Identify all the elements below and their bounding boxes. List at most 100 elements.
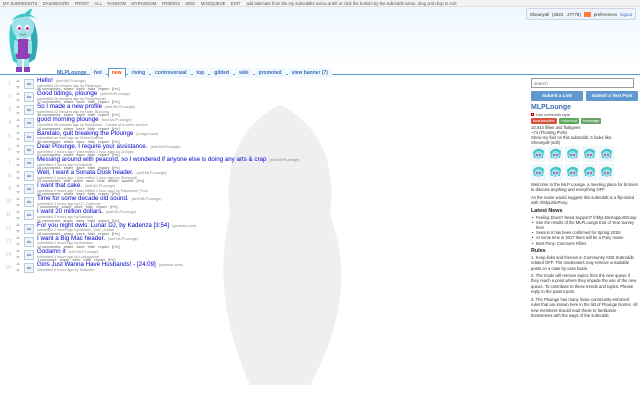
post-title-link[interactable]: Messing around with peacord, so I wonder…: [37, 156, 266, 163]
upvote-arrow-icon[interactable]: [15, 183, 20, 187]
flair-pony-icon[interactable]: [548, 146, 563, 162]
self-post-thumbnail-icon[interactable]: Aa: [24, 92, 34, 103]
news-item[interactable]: Best Pony: Comment Fillies: [531, 241, 638, 246]
downvote-arrow-icon[interactable]: [15, 164, 20, 168]
downvote-arrow-icon[interactable]: [15, 124, 20, 128]
upvote-arrow-icon[interactable]: [15, 117, 20, 121]
downvote-arrow-icon[interactable]: [15, 151, 20, 155]
tab-gilded[interactable]: gilded: [210, 68, 234, 78]
top-bar-link-modqueue[interactable]: MODQUEUE: [201, 1, 226, 6]
self-post-thumbnail-icon[interactable]: Aa: [24, 197, 34, 208]
upvote-arrow-icon[interactable]: [15, 157, 20, 161]
post-title-link[interactable]: Dear Plounge, I require your assistance.: [37, 143, 147, 150]
top-bar-link-myrandom[interactable]: MYRANDOM: [131, 1, 156, 6]
post-title-link[interactable]: Girls Just Wanna Have Husbands! - [24:09…: [37, 261, 156, 268]
upvote-arrow-icon[interactable]: [15, 170, 20, 174]
self-post-thumbnail-icon[interactable]: Aa: [24, 170, 34, 181]
post-domain[interactable]: (self.MLPLounge): [100, 92, 130, 96]
self-post-thumbnail-icon[interactable]: Aa: [24, 184, 34, 195]
post-domain[interactable]: (self.MLPLounge): [102, 118, 132, 122]
post-domain[interactable]: (self.MLPLounge): [132, 197, 162, 201]
preferences-link[interactable]: preferences: [594, 12, 617, 17]
downvote-arrow-icon[interactable]: [15, 111, 20, 115]
tab-new[interactable]: new: [107, 68, 126, 78]
self-post-thumbnail-icon[interactable]: Aa: [24, 79, 34, 89]
post-domain[interactable]: (self.MLPLounge): [69, 250, 99, 254]
news-item[interactable]: See the results of the MLPLounge End of …: [531, 220, 638, 230]
unsubscribe-button[interactable]: unsubscribe: [531, 118, 557, 124]
logout-link[interactable]: logout: [620, 12, 632, 17]
tab-wiki[interactable]: wiki: [235, 68, 253, 78]
post-domain[interactable]: (self.MLPLounge): [56, 79, 86, 83]
post-title-link[interactable]: Godamn it: [37, 248, 66, 255]
post-domain[interactable]: (self.MLPLounge): [106, 210, 136, 214]
upvote-arrow-icon[interactable]: [15, 223, 20, 227]
top-bar-link-dashboard[interactable]: DASHBOARD: [43, 1, 70, 6]
top-bar-link-friends[interactable]: FRIENDS: [162, 1, 180, 6]
tab-hot[interactable]: hot: [90, 68, 106, 78]
use-style-toggle[interactable]: Use subreddit style: [531, 112, 638, 117]
sonata-dusk-mascot[interactable]: [3, 9, 43, 73]
flair-pony-icon[interactable]: [582, 146, 597, 162]
post-domain[interactable]: (self.MLPLounge): [85, 184, 115, 188]
self-post-thumbnail-icon[interactable]: Aa: [24, 105, 34, 116]
downvote-arrow-icon[interactable]: [15, 269, 20, 273]
upvote-arrow-icon[interactable]: [15, 104, 20, 108]
flair-pony-icon[interactable]: [565, 164, 580, 180]
post-domain[interactable]: (self.MLPLounge): [150, 145, 180, 149]
post-domain[interactable]: (youtube.com): [159, 263, 183, 267]
downvote-arrow-icon[interactable]: [15, 243, 20, 247]
sidebar-subreddit-title[interactable]: MLPLounge: [531, 104, 638, 112]
post-domain[interactable]: (youtube.com): [172, 224, 196, 228]
downvote-arrow-icon[interactable]: [15, 190, 20, 194]
self-post-thumbnail-icon[interactable]: Aa: [24, 223, 34, 234]
subreddit-name[interactable]: MLPLounge: [57, 70, 87, 76]
top-bar-link-all[interactable]: ALL: [95, 1, 102, 6]
checkbox-icon[interactable]: [531, 113, 534, 117]
downvote-arrow-icon[interactable]: [15, 85, 20, 89]
self-post-thumbnail-icon[interactable]: Aa: [24, 262, 34, 273]
downvote-arrow-icon[interactable]: [15, 138, 20, 142]
upvote-arrow-icon[interactable]: [15, 78, 20, 82]
downvote-arrow-icon[interactable]: [15, 177, 20, 181]
submit-text-button[interactable]: Submit a Text Post: [586, 91, 638, 101]
top-bar-link-front[interactable]: FRONT: [75, 1, 89, 6]
flair-preview[interactable]: Sheanyall (edit): [531, 140, 638, 145]
downvote-arrow-icon[interactable]: [15, 98, 20, 102]
top-bar-link-random[interactable]: RANDOM: [107, 1, 126, 6]
self-post-thumbnail-icon[interactable]: Aa: [24, 118, 34, 129]
tab-view[interactable]: view banner (7): [287, 68, 332, 78]
self-post-thumbnail-icon[interactable]: Aa: [24, 144, 34, 155]
self-post-thumbnail-icon[interactable]: Aa: [24, 157, 34, 168]
top-bar-link-edit[interactable]: EDIT: [231, 1, 241, 6]
post-domain[interactable]: (self.MLPLounge): [105, 105, 135, 109]
upvote-arrow-icon[interactable]: [15, 91, 20, 95]
downvote-arrow-icon[interactable]: [15, 216, 20, 220]
upvote-arrow-icon[interactable]: [15, 144, 20, 148]
downvote-arrow-icon[interactable]: [15, 230, 20, 234]
downvote-arrow-icon[interactable]: [15, 203, 20, 207]
post-title-link[interactable]: Well, I want a Sonata Dusk header.: [37, 169, 134, 176]
submit-link-button[interactable]: Submit a Link: [531, 91, 583, 101]
tab-promoted[interactable]: promoted: [254, 68, 286, 78]
post-domain[interactable]: (self.MLPLounge): [137, 171, 167, 175]
upvote-arrow-icon[interactable]: [15, 131, 20, 135]
post-title-link[interactable]: Hello!: [37, 77, 53, 84]
top-bar-link-my subreddits[interactable]: MY SUBREDDITS: [3, 1, 37, 6]
upvote-arrow-icon[interactable]: [15, 196, 20, 200]
upvote-arrow-icon[interactable]: [15, 249, 20, 253]
post-domain[interactable]: (i.imgur.com): [136, 132, 158, 136]
tab-rising[interactable]: rising: [127, 68, 150, 78]
upvote-arrow-icon[interactable]: [15, 262, 20, 266]
flair-pony-icon[interactable]: [582, 164, 597, 180]
flair-pony-icon[interactable]: [531, 164, 546, 180]
upvote-arrow-icon[interactable]: [15, 236, 20, 240]
post-domain[interactable]: (self.MLPLounge): [269, 158, 299, 162]
flair-pony-icon[interactable]: [599, 164, 614, 180]
flair-pony-icon[interactable]: [548, 164, 563, 180]
self-post-thumbnail-icon[interactable]: Aa: [24, 210, 34, 221]
username-link[interactable]: Sheanyall: [530, 12, 549, 17]
downvote-arrow-icon[interactable]: [15, 256, 20, 260]
top-bar-link-mod[interactable]: MOD: [186, 1, 196, 6]
tab-top[interactable]: top: [192, 68, 209, 78]
